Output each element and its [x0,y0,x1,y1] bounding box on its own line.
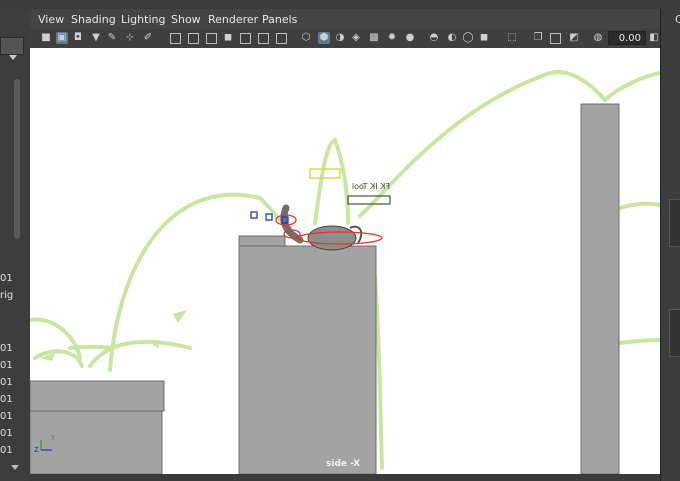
channel-value: 01 [0,343,13,354]
camera-label: side -X [326,459,361,469]
channel-value: 01 [0,360,13,371]
panel-menu-bar: View Shading Lighting Show Renderer Pane… [30,9,660,29]
chevron-down-icon[interactable] [9,55,17,60]
camera-attributes-icon[interactable]: ▣ [56,32,68,44]
grease-pencil-icon[interactable]: ✐ [142,32,154,44]
field-chart-icon[interactable] [240,33,251,44]
grid-icon[interactable] [170,33,181,44]
menu-show[interactable]: Show [171,13,201,26]
smooth-shade-icon[interactable]: ⬢ [318,32,330,44]
right-panel-slot [669,309,680,357]
xray-joints-icon[interactable]: ❐ [532,32,544,44]
menu-lighting[interactable]: Lighting [121,13,165,26]
safe-title-icon[interactable] [276,33,287,44]
bookmark-icon[interactable]: ▼ [90,32,102,44]
screen-space-ao-icon[interactable]: ◓ [428,32,440,44]
menu-renderer[interactable]: Renderer [208,13,258,26]
bottom-strip [30,474,660,481]
channel-value: 01 [0,428,13,439]
control-text: FK IK Tool [352,182,390,191]
exposure-icon[interactable]: ◍ [592,32,604,44]
panel-scrollbar[interactable] [14,79,20,239]
pillar-step [238,235,286,247]
safe-action-icon[interactable] [258,33,269,44]
exposure-field[interactable]: 0.00 [608,31,646,45]
green-control [347,195,391,205]
channel-box-panel: 01 rig 01 01 01 01 01 01 01 [0,9,31,481]
xray-active-icon[interactable] [550,33,561,44]
right-side-panel: C [660,9,680,481]
backface-icon[interactable]: ◩ [568,32,580,44]
scene-drawing: FK IK Tool Z Y [30,70,660,474]
anti-aliasing-icon[interactable]: ◯ [462,32,474,44]
channel-value: 01 [0,273,13,284]
isolate-select-icon[interactable]: ⬚ [506,32,518,44]
default-material-icon[interactable]: ◑ [334,32,346,44]
axis-z-label: Z [34,446,39,454]
resolution-gate-icon[interactable] [206,33,217,44]
menu-view[interactable]: View [38,13,64,26]
camera-lock-icon[interactable]: ◘ [72,32,84,44]
two-d-pan-zoom-icon[interactable]: ⊹ [124,32,136,44]
ledge-top [30,380,165,412]
motion-blur-icon[interactable]: ◐ [446,32,458,44]
lighting-icon[interactable]: ✹ [386,32,398,44]
shadows-icon[interactable]: ● [404,32,416,44]
xray-icon[interactable]: ▩ [368,32,380,44]
menu-shading[interactable]: Shading [71,13,116,26]
channel-value: rig [0,290,14,301]
gate-mask-icon[interactable]: ◼ [222,32,234,44]
channel-value: 01 [0,411,13,422]
film-gate-icon[interactable] [188,33,199,44]
right-panel-tab[interactable]: C [675,13,680,26]
channel-value: 01 [0,445,13,456]
scroll-down-icon[interactable] [11,465,19,470]
menu-panels[interactable]: Panels [262,13,297,26]
image-plane-icon[interactable]: ✎ [106,32,118,44]
camera-icon[interactable]: ■ [40,32,52,44]
wireframe-icon[interactable]: ⬡ [300,32,312,44]
panel-dropdown[interactable] [0,37,24,55]
ledge-base [30,410,163,474]
panel-toolbar: ■ ▣ ◘ ▼ ✎ ⊹ ✐ ◼ ⬡ ⬢ ◑ ◈ ▩ ✹ ● ◓ ◐ ◯ ◼ ⬚ … [30,29,660,49]
viewport-3d[interactable]: FK IK Tool Z Y side -X [30,48,660,475]
center-pillar [238,245,377,474]
channel-value: 01 [0,394,13,405]
right-panel-slot [669,199,680,247]
exposure-reset-icon[interactable]: ◧ [648,32,660,44]
depth-of-field-icon[interactable]: ◼ [478,32,490,44]
tall-pillar [580,103,620,474]
axis-y-label: Y [50,434,56,442]
textured-icon[interactable]: ◈ [350,32,362,44]
channel-value: 01 [0,377,13,388]
